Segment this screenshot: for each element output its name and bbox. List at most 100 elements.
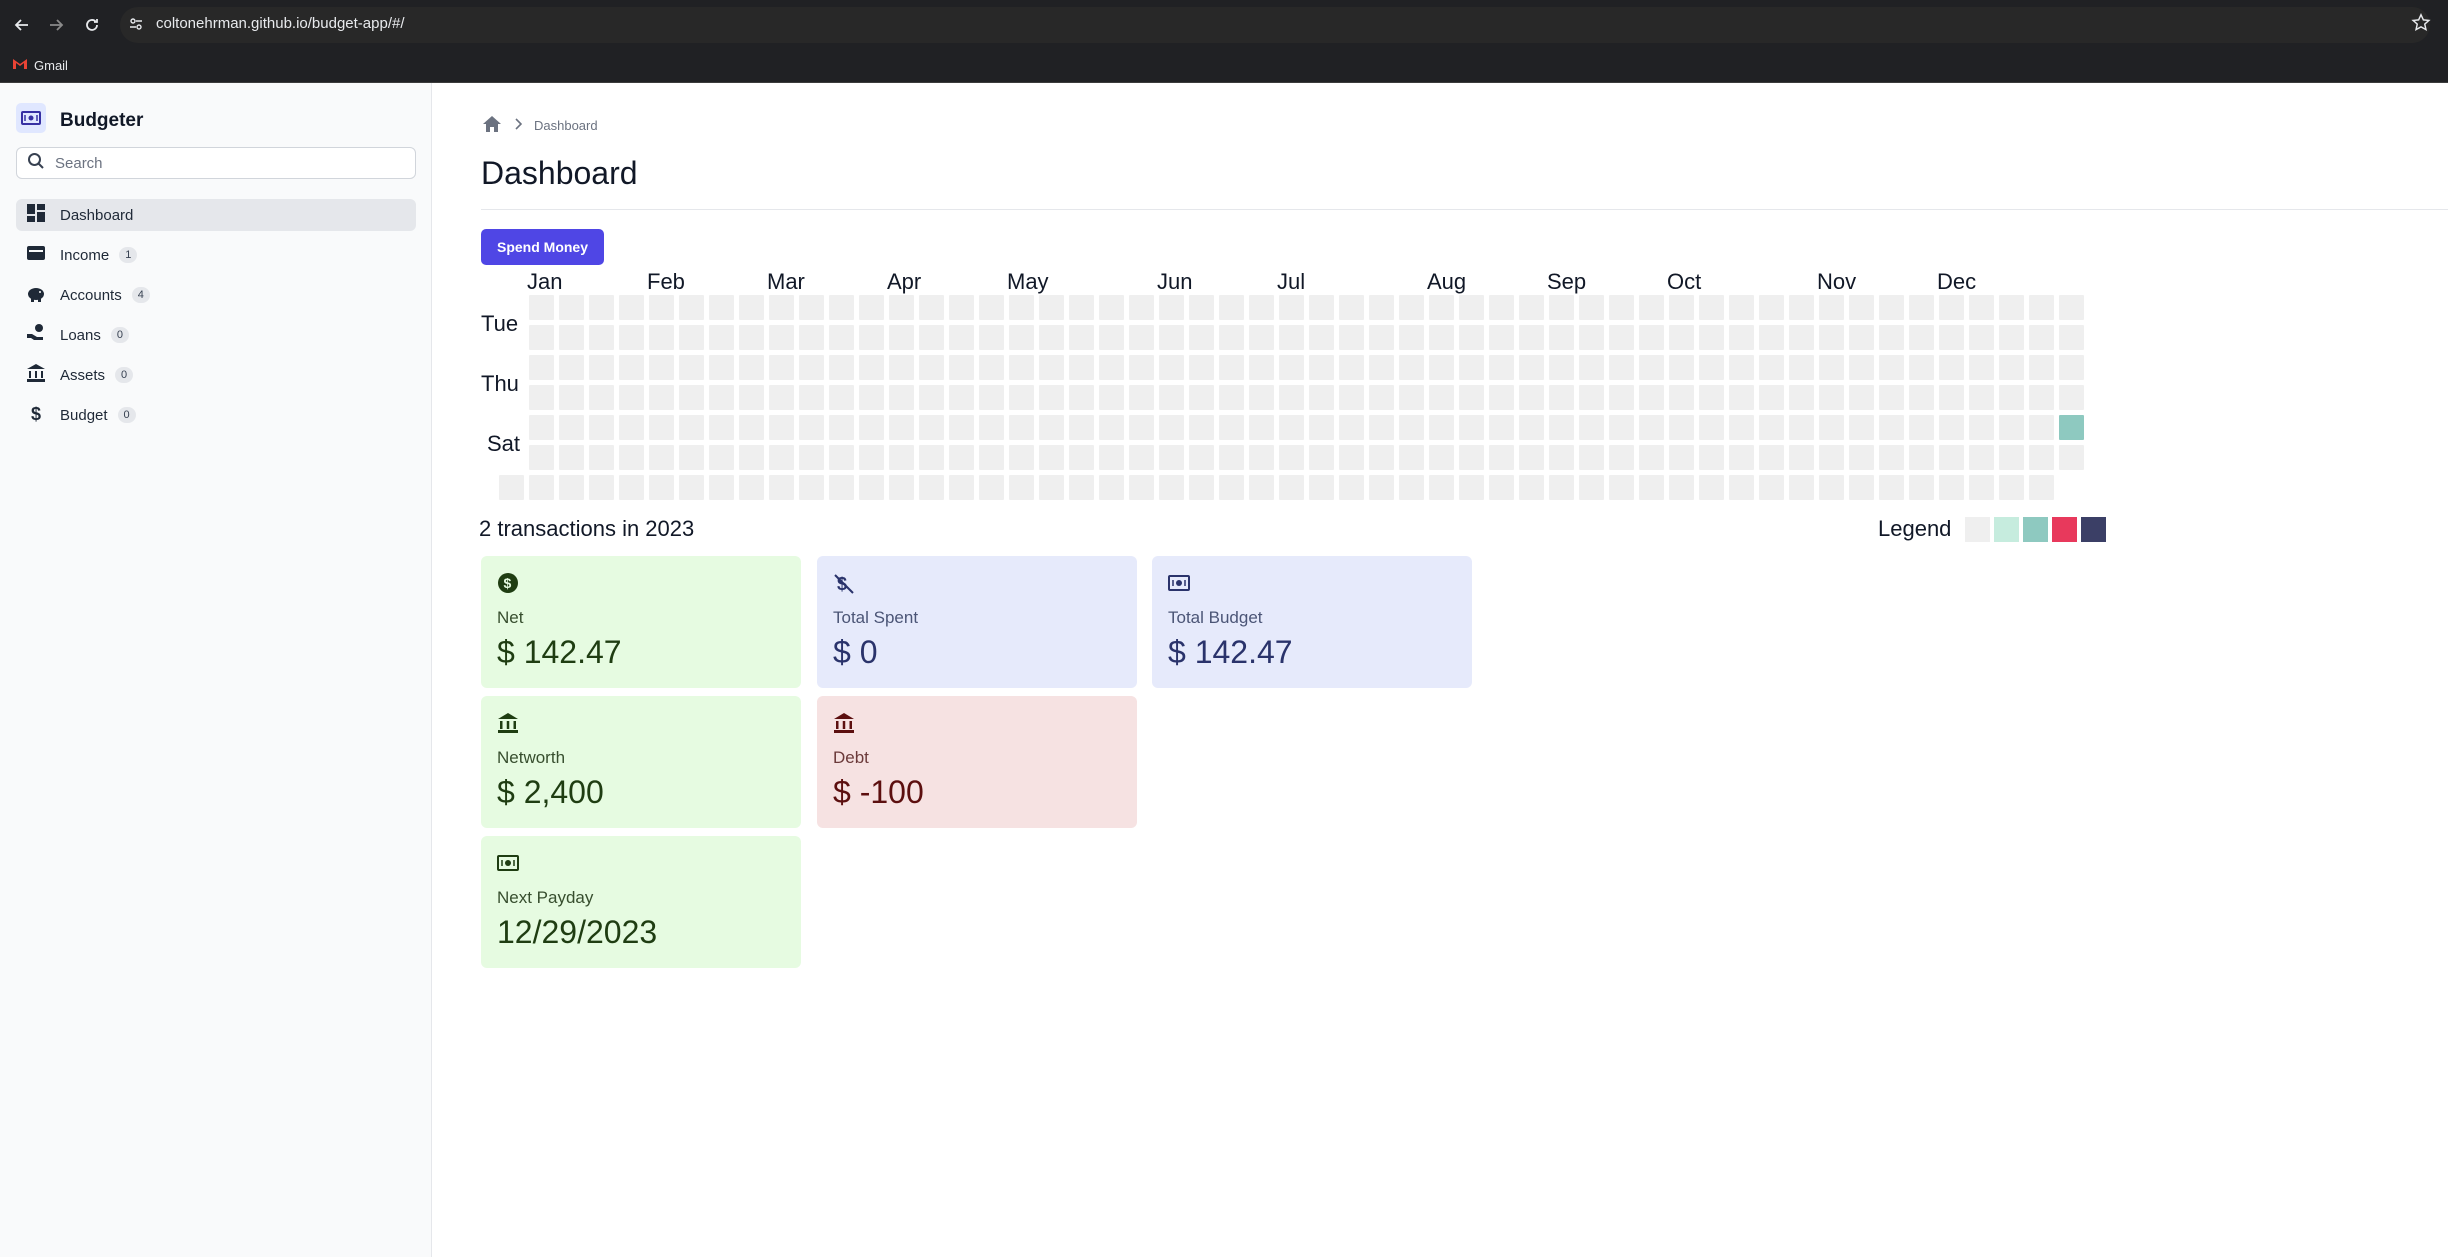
heatmap-cell[interactable]: [1579, 475, 1604, 500]
heatmap-cell[interactable]: [1849, 295, 1874, 320]
heatmap-cell[interactable]: [1549, 475, 1574, 500]
heatmap-cell[interactable]: [889, 475, 914, 500]
heatmap-cell[interactable]: [1039, 445, 1064, 470]
heatmap-cell[interactable]: [559, 355, 584, 380]
heatmap-cell[interactable]: [1729, 325, 1754, 350]
heatmap-cell[interactable]: [769, 325, 794, 350]
heatmap-cell[interactable]: [1249, 325, 1274, 350]
heatmap-cell[interactable]: [859, 385, 884, 410]
heatmap-cell[interactable]: [1549, 325, 1574, 350]
heatmap-cell[interactable]: [1099, 295, 1124, 320]
heatmap-cell[interactable]: [1759, 355, 1784, 380]
heatmap-cell[interactable]: [589, 355, 614, 380]
heatmap-cell[interactable]: [919, 355, 944, 380]
heatmap-cell[interactable]: [1999, 475, 2024, 500]
heatmap-cell[interactable]: [1309, 475, 1334, 500]
heatmap-cell[interactable]: [1579, 325, 1604, 350]
heatmap-cell[interactable]: [619, 385, 644, 410]
heatmap-cell[interactable]: [979, 415, 1004, 440]
heatmap-cell[interactable]: [709, 445, 734, 470]
heatmap-cell[interactable]: [1099, 325, 1124, 350]
heatmap-cell[interactable]: [2029, 295, 2054, 320]
heatmap-cell[interactable]: [559, 475, 584, 500]
heatmap-cell[interactable]: [1909, 445, 1934, 470]
heatmap-cell[interactable]: [1669, 325, 1694, 350]
heatmap-cell[interactable]: [1939, 475, 1964, 500]
heatmap-cell[interactable]: [799, 295, 824, 320]
heatmap-cell[interactable]: [1729, 415, 1754, 440]
heatmap-cell[interactable]: [2059, 415, 2084, 440]
heatmap-cell[interactable]: [1579, 445, 1604, 470]
heatmap-cell[interactable]: [1819, 445, 1844, 470]
heatmap-cell[interactable]: [1099, 475, 1124, 500]
heatmap-cell[interactable]: [2029, 385, 2054, 410]
heatmap-cell[interactable]: [1789, 325, 1814, 350]
heatmap-cell[interactable]: [859, 295, 884, 320]
heatmap-cell[interactable]: [2059, 385, 2084, 410]
heatmap-cell[interactable]: [529, 385, 554, 410]
heatmap-cell[interactable]: [499, 475, 524, 500]
heatmap-cell[interactable]: [1249, 385, 1274, 410]
heatmap-cell[interactable]: [1849, 325, 1874, 350]
heatmap-cell[interactable]: [1579, 415, 1604, 440]
heatmap-cell[interactable]: [1039, 475, 1064, 500]
heatmap-cell[interactable]: [979, 295, 1004, 320]
heatmap-cell[interactable]: [619, 415, 644, 440]
heatmap-cell[interactable]: [1219, 325, 1244, 350]
heatmap-cell[interactable]: [769, 385, 794, 410]
heatmap-cell[interactable]: [619, 325, 644, 350]
heatmap-cell[interactable]: [769, 475, 794, 500]
heatmap-cell[interactable]: [1849, 415, 1874, 440]
heatmap-cell[interactable]: [649, 415, 674, 440]
heatmap-cell[interactable]: [1069, 385, 1094, 410]
heatmap-cell[interactable]: [1639, 295, 1664, 320]
heatmap-cell[interactable]: [1369, 295, 1394, 320]
heatmap-cell[interactable]: [1039, 325, 1064, 350]
heatmap-cell[interactable]: [1429, 445, 1454, 470]
heatmap-cell[interactable]: [1459, 445, 1484, 470]
heatmap-cell[interactable]: [1249, 355, 1274, 380]
heatmap-cell[interactable]: [679, 445, 704, 470]
heatmap-cell[interactable]: [1939, 355, 1964, 380]
heatmap-cell[interactable]: [1009, 295, 1034, 320]
heatmap-cell[interactable]: [1309, 295, 1334, 320]
heatmap-cell[interactable]: [1489, 445, 1514, 470]
heatmap-cell[interactable]: [1639, 355, 1664, 380]
heatmap-cell[interactable]: [1069, 295, 1094, 320]
heatmap-cell[interactable]: [1609, 385, 1634, 410]
heatmap-cell[interactable]: [1159, 445, 1184, 470]
heatmap-cell[interactable]: [1369, 325, 1394, 350]
sidebar-item-dashboard[interactable]: Dashboard: [16, 199, 416, 231]
heatmap-cell[interactable]: [739, 445, 764, 470]
heatmap-cell[interactable]: [829, 325, 854, 350]
heatmap-cell[interactable]: [589, 415, 614, 440]
heatmap-cell[interactable]: [1069, 445, 1094, 470]
heatmap-cell[interactable]: [679, 295, 704, 320]
heatmap-cell[interactable]: [1969, 325, 1994, 350]
heatmap-cell[interactable]: [1819, 325, 1844, 350]
heatmap-cell[interactable]: [649, 385, 674, 410]
heatmap-cell[interactable]: [1699, 475, 1724, 500]
heatmap-cell[interactable]: [1789, 295, 1814, 320]
heatmap-cell[interactable]: [649, 295, 674, 320]
heatmap-cell[interactable]: [1669, 295, 1694, 320]
heatmap-cell[interactable]: [529, 415, 554, 440]
heatmap-cell[interactable]: [1729, 475, 1754, 500]
heatmap-cell[interactable]: [1429, 295, 1454, 320]
heatmap-cell[interactable]: [829, 355, 854, 380]
heatmap-cell[interactable]: [1849, 475, 1874, 500]
heatmap-cell[interactable]: [1429, 325, 1454, 350]
heatmap-cell[interactable]: [919, 295, 944, 320]
heatmap-cell[interactable]: [1429, 415, 1454, 440]
heatmap-cell[interactable]: [1639, 415, 1664, 440]
heatmap-cell[interactable]: [1789, 445, 1814, 470]
brand[interactable]: Budgeter: [16, 103, 143, 138]
heatmap-cell[interactable]: [1699, 295, 1724, 320]
heatmap-cell[interactable]: [1879, 415, 1904, 440]
heatmap-cell[interactable]: [1519, 445, 1544, 470]
heatmap-cell[interactable]: [1909, 325, 1934, 350]
heatmap-cell[interactable]: [1009, 385, 1034, 410]
heatmap-cell[interactable]: [1489, 475, 1514, 500]
heatmap-cell[interactable]: [1729, 355, 1754, 380]
bookmark-star-icon[interactable]: [2410, 12, 2432, 39]
